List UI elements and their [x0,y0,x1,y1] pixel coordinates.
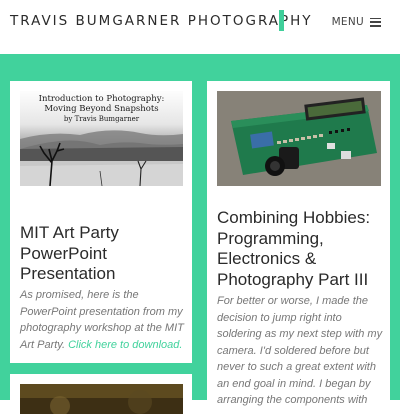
menu-label: MENU [331,16,364,28]
post-excerpt: As promised, here is the PowerPoint pres… [20,287,186,353]
thumb-title-line2: Moving Beyond Snapshots [44,104,159,114]
post-photo [20,384,183,414]
circuit-board-photo [217,91,381,186]
thumb-author: by Travis Bumgarner [63,115,140,123]
post-title[interactable]: MIT Art Party PowerPoint Presentation [20,223,186,285]
post-card: Introduction to Photography: Moving Beyo… [10,81,192,363]
post-title[interactable]: Combining Hobbies: Programming, Electron… [217,208,383,290]
site-title[interactable]: TRAVIS BUMGARNER PHOTOGRAPHY [10,13,313,29]
site-header: TRAVIS BUMGARNER PHOTOGRAPHY MENU [0,0,400,54]
menu-button[interactable]: MENU [332,16,381,28]
download-link[interactable]: Click here to download. [68,339,182,351]
post-thumbnail[interactable] [20,384,183,414]
post-excerpt: For better or worse, I made the decision… [217,295,383,411]
hamburger-icon [370,17,381,27]
title-accent-bar [279,10,284,31]
post-card [10,374,192,414]
thumb-title-line1: Introduction to Photography: [38,94,165,104]
post-thumbnail[interactable] [217,91,381,186]
post-thumbnail[interactable]: Introduction to Photography: Moving Beyo… [20,91,183,186]
post-card: Combining Hobbies: Programming, Electron… [207,81,390,411]
